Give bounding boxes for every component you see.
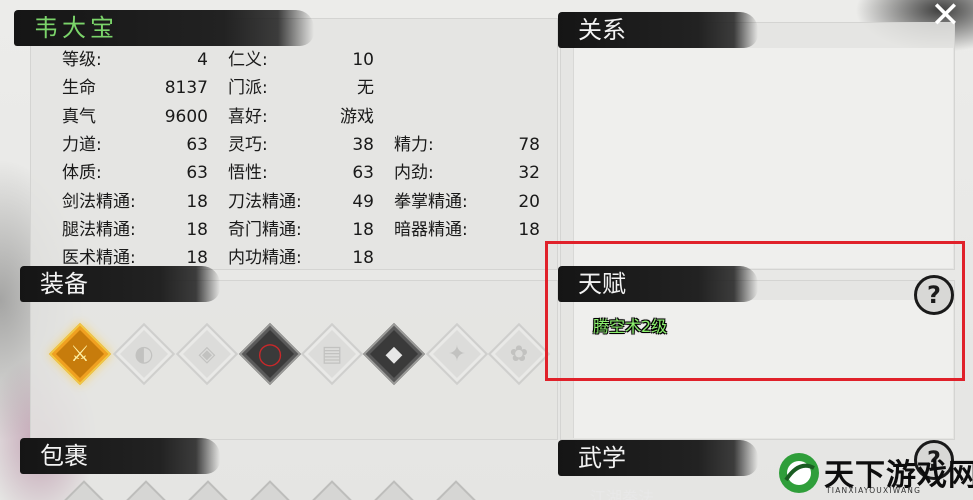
- book-icon: ▤: [321, 341, 343, 367]
- stat-label: 剑法精通:: [62, 191, 136, 212]
- stat-label: 内功精通:: [228, 248, 302, 269]
- martial-header: 武学: [558, 440, 758, 476]
- inventory-title: 包裹: [40, 442, 88, 470]
- helmet-icon: ◐: [134, 341, 154, 367]
- stat-value: 38: [352, 134, 374, 155]
- stat-label: 腿法精通:: [62, 219, 136, 240]
- stat-label: 拳掌精通:: [394, 191, 468, 212]
- watermark-subtitle: TIANXIAYOUXIWANG: [826, 486, 922, 495]
- stat-value: 9600: [164, 106, 208, 127]
- stat-value: 32: [518, 163, 540, 184]
- stat-value: 63: [186, 134, 208, 155]
- stat-value: 18: [352, 219, 374, 240]
- stat-value: 63: [186, 163, 208, 184]
- equipment-title: 装备: [40, 270, 88, 298]
- boots-icon: ◆: [385, 341, 403, 367]
- watermark-emblem-icon: [779, 453, 819, 493]
- ring-icon: ◯: [257, 341, 283, 367]
- close-icon: ✕: [930, 0, 961, 36]
- stat-label: 内劲:: [394, 163, 434, 184]
- stat-label: 刀法精通:: [228, 191, 302, 212]
- martial-title: 武学: [578, 444, 626, 472]
- feather-icon: ✦: [447, 341, 467, 367]
- stat-label: 体质:: [62, 163, 102, 184]
- stat-label: 门派:: [228, 78, 268, 99]
- relations-header: 关系: [558, 12, 758, 48]
- stat-value: 无: [357, 78, 374, 99]
- character-name-header: 韦大宝: [14, 10, 314, 46]
- relations-content: [573, 48, 953, 268]
- stat-value: 20: [518, 191, 540, 212]
- stat-label: 力道:: [62, 134, 102, 155]
- stat-label: 暗器精通:: [394, 219, 468, 240]
- stat-value: 18: [186, 191, 208, 212]
- stat-label: 喜好:: [228, 106, 268, 127]
- accessory-icon: ✿: [509, 341, 529, 367]
- relations-title: 关系: [578, 16, 626, 44]
- character-name: 韦大宝: [34, 14, 118, 42]
- stat-value: 18: [186, 219, 208, 240]
- inventory-header: 包裹: [20, 438, 220, 474]
- stat-label: 仁义:: [228, 50, 268, 70]
- stat-value: 63: [352, 163, 374, 184]
- stat-value: 8137: [164, 78, 208, 99]
- stat-label: 灵巧:: [228, 134, 268, 155]
- golden-sword-icon: ⚔: [70, 341, 90, 367]
- stat-value: 游戏: [340, 106, 374, 127]
- stat-label: 等级:: [62, 50, 102, 70]
- stat-label: 真气: [62, 106, 96, 127]
- close-button[interactable]: ✕: [918, 0, 973, 38]
- stat-label: 生命: [62, 78, 96, 99]
- stat-value: 18: [352, 248, 374, 269]
- talent-highlight-frame: [545, 241, 965, 381]
- equipment-header: 装备: [20, 266, 220, 302]
- armor-icon: ◈: [198, 341, 216, 367]
- watermark-logo: 天下游戏网 TIANXIAYOUXIWANG: [776, 448, 973, 500]
- stat-value: 4: [197, 50, 208, 70]
- martial-item[interactable]: 江湖拳法: [590, 484, 654, 500]
- stat-label: 奇门精通:: [228, 219, 302, 240]
- stat-value: 18: [518, 219, 540, 240]
- stat-value: 10: [352, 50, 374, 70]
- stat-value: 78: [518, 134, 540, 155]
- stat-label: 悟性:: [228, 163, 268, 184]
- stat-value: 49: [352, 191, 374, 212]
- stat-label: 精力:: [394, 134, 434, 155]
